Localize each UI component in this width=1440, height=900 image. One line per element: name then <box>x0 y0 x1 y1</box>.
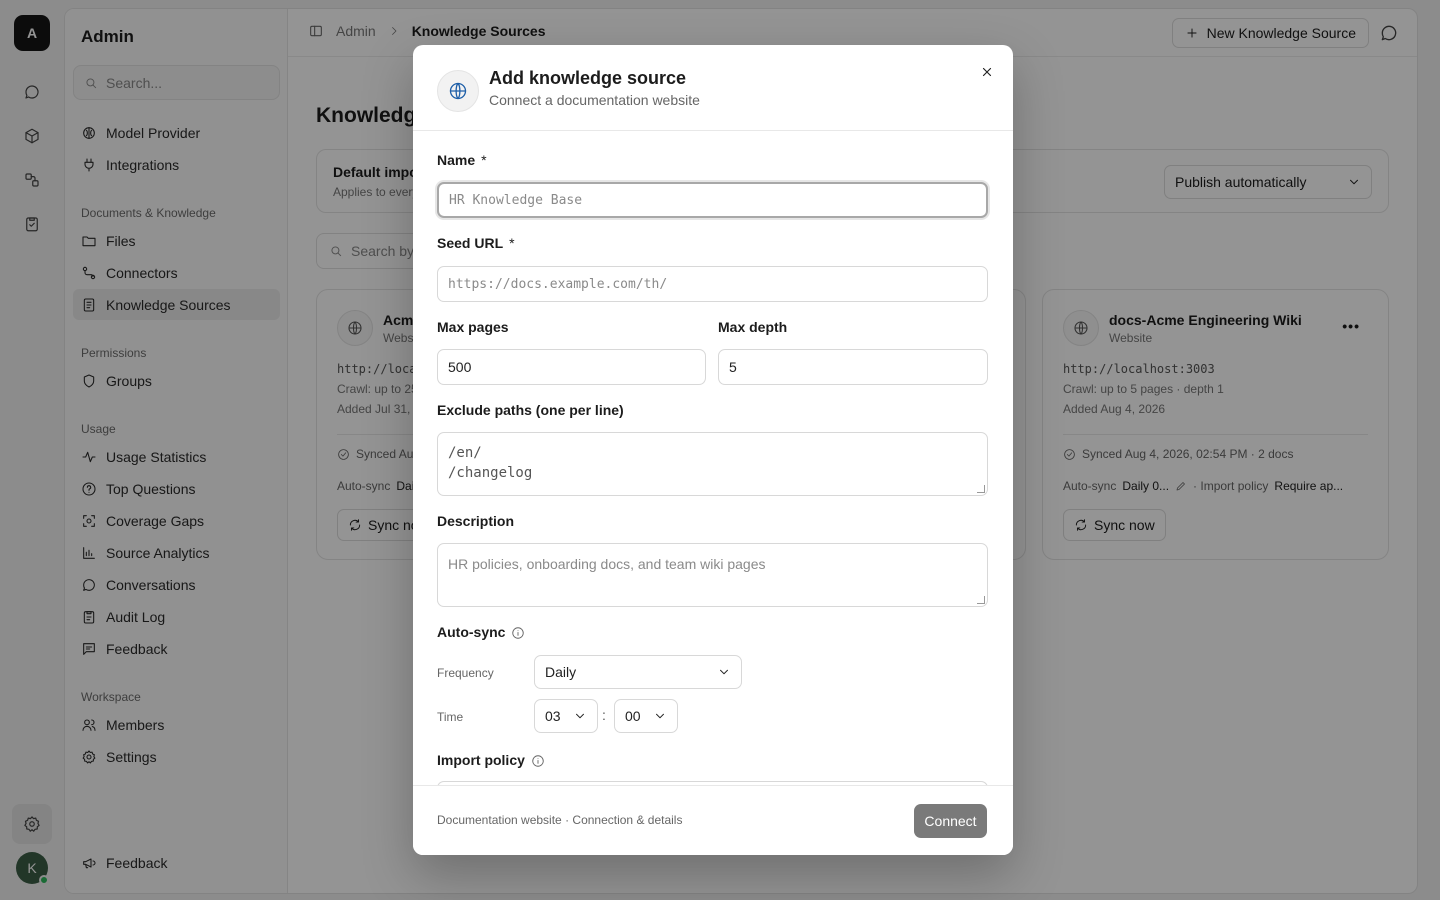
frequency-value: Daily <box>545 664 577 680</box>
name-label-text: Name <box>437 152 476 168</box>
seed-url-placeholder: https://docs.example.com/th/ <box>448 276 668 292</box>
add-knowledge-source-dialog: Add knowledge source Connect a documenta… <box>413 45 1013 855</box>
seed-url-input[interactable]: https://docs.example.com/th/ <box>437 266 988 302</box>
auto-sync-label-text: Auto-sync <box>437 624 506 640</box>
globe-icon <box>437 70 479 112</box>
chevron-down-icon <box>717 665 731 679</box>
name-label: Name * <box>437 152 487 168</box>
name-placeholder: HR Knowledge Base <box>449 192 583 208</box>
dialog-title: Add knowledge source <box>489 68 687 88</box>
exclude-paths-textarea[interactable]: /en/ /changelog <box>437 432 988 496</box>
close-icon[interactable] <box>977 62 997 82</box>
max-pages-label: Max pages <box>437 319 509 335</box>
max-depth-input[interactable]: 5 <box>718 349 988 385</box>
minute-select[interactable]: 00 <box>614 699 678 733</box>
hour-select[interactable]: 03 <box>534 699 598 733</box>
info-icon[interactable] <box>511 626 525 640</box>
description-label: Description <box>437 513 515 529</box>
max-pages-input[interactable]: 500 <box>437 349 706 385</box>
hour-value: 03 <box>545 708 561 724</box>
chevron-down-icon <box>573 709 587 723</box>
seed-url-label: Seed URL * <box>437 235 515 251</box>
dialog-body: Name * HR Knowledge Base Seed URL * https:… <box>413 132 1013 785</box>
required-mark: * <box>509 235 515 251</box>
description-placeholder: HR policies, onboarding docs, and team w… <box>448 556 766 572</box>
dialog-subtitle: Connect a documentation website <box>489 92 700 108</box>
required-mark: * <box>481 152 487 168</box>
import-policy-label-text: Import policy <box>437 752 525 768</box>
exclude-paths-label: Exclude paths (one per line) <box>437 402 624 418</box>
chevron-down-icon <box>653 709 667 723</box>
dialog-header: Add knowledge source Connect a documenta… <box>413 45 1013 131</box>
dialog-footer: Documentation website · Connection & det… <box>413 785 1013 855</box>
exclude-path-line: /en/ <box>448 445 482 461</box>
seed-url-label-text: Seed URL <box>437 235 504 251</box>
name-input[interactable]: HR Knowledge Base <box>437 182 988 218</box>
max-depth-label: Max depth <box>718 319 788 335</box>
auto-sync-label: Auto-sync <box>437 624 525 640</box>
footer-note: Documentation website · Connection & det… <box>437 813 683 827</box>
description-textarea[interactable]: HR policies, onboarding docs, and team w… <box>437 543 988 607</box>
minute-value: 00 <box>625 708 641 724</box>
info-icon[interactable] <box>531 754 545 768</box>
import-policy-label: Import policy <box>437 752 545 768</box>
time-separator: : <box>602 707 606 723</box>
max-depth-value: 5 <box>729 359 737 375</box>
frequency-select[interactable]: Daily <box>534 655 742 689</box>
resize-handle[interactable] <box>977 596 985 604</box>
connect-button[interactable]: Connect <box>914 804 987 838</box>
resize-handle[interactable] <box>977 485 985 493</box>
exclude-path-line: /changelog <box>448 465 533 481</box>
time-label: Time <box>437 710 464 724</box>
max-pages-value: 500 <box>448 359 472 375</box>
frequency-label: Frequency <box>437 666 494 680</box>
